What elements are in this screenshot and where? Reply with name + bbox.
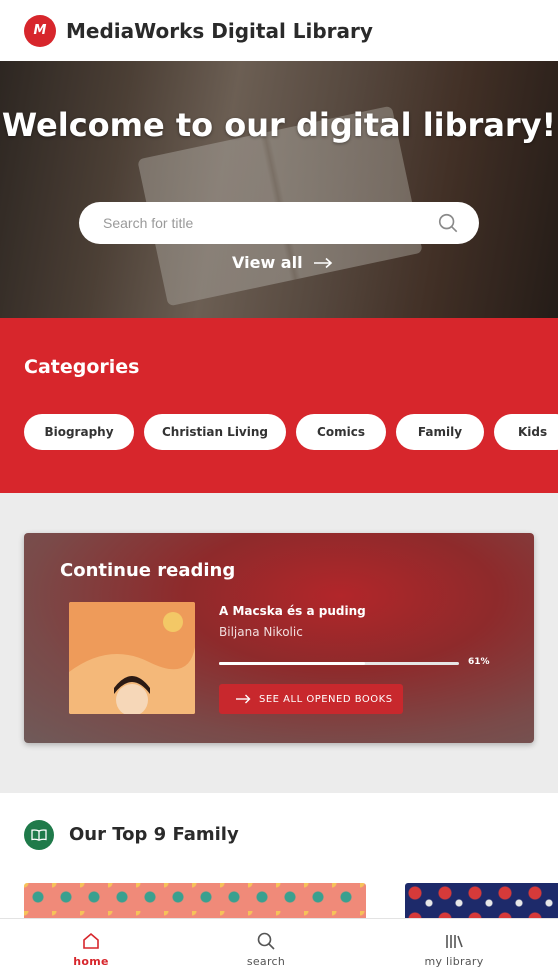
category-chip-comics[interactable]: Comics bbox=[296, 414, 386, 450]
brand-title[interactable]: MediaWorks Digital Library bbox=[66, 19, 373, 43]
nav-search[interactable]: search bbox=[206, 919, 326, 978]
logo-text: M bbox=[33, 23, 47, 38]
book-open-icon bbox=[24, 820, 54, 850]
categories-title: Categories bbox=[24, 356, 140, 378]
arrow-right-icon bbox=[313, 257, 332, 268]
reading-progress-bar bbox=[219, 662, 459, 665]
category-chip-christian-living[interactable]: Christian Living bbox=[144, 414, 286, 450]
continue-reading-title: Continue reading bbox=[60, 560, 236, 581]
reading-progress-fill bbox=[219, 662, 366, 665]
hero-banner: Welcome to our digital library! View all bbox=[0, 61, 558, 318]
see-all-opened-books-label: SEE ALL OPENED BOOKS bbox=[259, 693, 393, 705]
library-icon bbox=[446, 935, 463, 948]
book-title[interactable]: A Macska és a puding bbox=[219, 604, 366, 618]
view-all-link[interactable]: View all bbox=[232, 253, 333, 272]
book-cover-art bbox=[69, 602, 195, 714]
arrow-right-icon bbox=[236, 694, 251, 704]
search-icon[interactable] bbox=[437, 212, 459, 234]
category-chip-biography[interactable]: Biography bbox=[24, 414, 134, 450]
hero-title: Welcome to our digital library! bbox=[1, 106, 557, 144]
search-box bbox=[79, 202, 479, 244]
categories-section: Categories Biography Christian Living Co… bbox=[0, 318, 558, 493]
search-input[interactable] bbox=[103, 215, 437, 231]
hero-overlay bbox=[0, 61, 558, 318]
home-icon bbox=[83, 932, 99, 949]
view-all-label: View all bbox=[232, 253, 303, 272]
continue-reading-card: Continue reading A Macska és a puding Bi… bbox=[24, 533, 534, 743]
search-icon bbox=[257, 932, 275, 950]
category-chip-kids[interactable]: Kids bbox=[494, 414, 558, 450]
brand-logo-icon[interactable]: M bbox=[24, 14, 56, 47]
book-cover[interactable] bbox=[69, 602, 195, 714]
top-family-title: Our Top 9 Family bbox=[69, 824, 239, 845]
see-all-opened-books-button[interactable]: SEE ALL OPENED BOOKS bbox=[219, 684, 403, 714]
book-author: Biljana Nikolic bbox=[219, 625, 303, 639]
nav-home-label: home bbox=[73, 955, 109, 968]
category-chip-family[interactable]: Family bbox=[396, 414, 484, 450]
nav-my-library[interactable]: my library bbox=[394, 919, 514, 978]
bottom-navigation: home search my library bbox=[0, 918, 558, 978]
nav-home[interactable]: home bbox=[31, 919, 151, 978]
app-header: M MediaWorks Digital Library bbox=[0, 0, 558, 61]
reading-progress-label: 61% bbox=[468, 657, 490, 667]
nav-my-library-label: my library bbox=[424, 955, 484, 968]
nav-search-label: search bbox=[246, 955, 286, 968]
